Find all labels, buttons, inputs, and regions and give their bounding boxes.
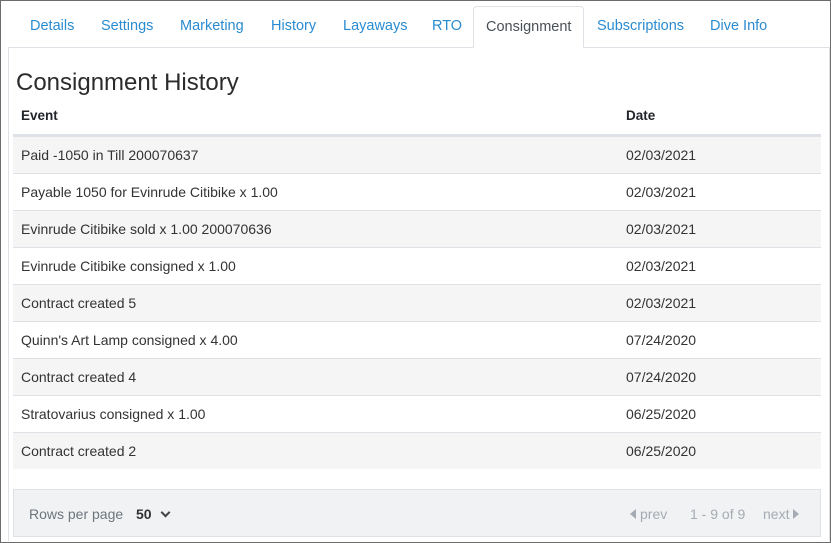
- consignment-history-table: Event Date Paid -1050 in Till 200070637 0…: [13, 97, 821, 469]
- tab-consignment[interactable]: Consignment: [473, 6, 585, 48]
- tab-settings[interactable]: Settings: [101, 6, 153, 48]
- tab-rto[interactable]: RTO: [432, 6, 462, 48]
- table-row: Stratovarius consigned x 1.00 06/25/2020: [13, 395, 821, 432]
- rows-per-page-label: Rows per page: [29, 506, 124, 522]
- event-cell: Paid -1050 in Till 200070637: [21, 147, 199, 163]
- table-row: Quinn's Art Lamp consigned x 4.00 07/24/2…: [13, 321, 821, 358]
- tab-history[interactable]: History: [271, 6, 316, 48]
- rows-per-page-select[interactable]: 50: [130, 500, 175, 528]
- window-frame: Details Settings Marketing History Layaw…: [0, 0, 831, 543]
- event-cell: Contract created 4: [21, 369, 137, 385]
- date-cell: 06/25/2020: [626, 443, 697, 459]
- tab-layaways[interactable]: Layaways: [343, 6, 407, 48]
- table-row: Contract created 5 02/03/2021: [13, 284, 821, 321]
- event-cell: Evinrude Citibike consigned x 1.00: [21, 258, 236, 274]
- event-cell: Quinn's Art Lamp consigned x 4.00: [21, 332, 238, 348]
- table-row: Evinrude Citibike sold x 1.00 200070636 0…: [13, 210, 821, 247]
- chevron-down-icon: [160, 507, 171, 518]
- caret-left-icon: [630, 509, 636, 520]
- date-cell: 07/24/2020: [626, 332, 697, 348]
- date-cell: 02/03/2021: [626, 295, 697, 311]
- date-cell: 02/03/2021: [626, 258, 697, 274]
- table-body: Paid -1050 in Till 200070637 02/03/2021 P…: [13, 136, 821, 469]
- column-header-date[interactable]: Date: [626, 108, 655, 123]
- table-row: Contract created 2 06/25/2020: [13, 432, 821, 469]
- event-cell: Payable 1050 for Evinrude Citibike x 1.0…: [21, 184, 278, 200]
- date-cell: 02/03/2021: [626, 147, 697, 163]
- prev-page-button[interactable]: prev: [630, 506, 667, 522]
- table-row: Evinrude Citibike consigned x 1.00 02/03/…: [13, 247, 821, 284]
- next-page-button[interactable]: next: [763, 506, 800, 522]
- table-row: Contract created 4 07/24/2020: [13, 358, 821, 395]
- tab-bar: Details Settings Marketing History Layaw…: [8, 6, 830, 48]
- date-cell: 02/03/2021: [626, 221, 697, 237]
- next-label: next: [763, 506, 790, 522]
- prev-label: prev: [640, 506, 668, 522]
- event-cell: Evinrude Citibike sold x 1.00 200070636: [21, 221, 272, 237]
- event-cell: Contract created 5: [21, 295, 137, 311]
- date-cell: 06/25/2020: [626, 406, 697, 422]
- table-row: Payable 1050 for Evinrude Citibike x 1.0…: [13, 173, 821, 210]
- column-header-event[interactable]: Event: [21, 108, 58, 123]
- event-cell: Contract created 2: [21, 443, 137, 459]
- pagination-footer: Rows per page 50 prev 1 - 9 of 9 next: [13, 489, 821, 537]
- tab-subscriptions[interactable]: Subscriptions: [597, 6, 684, 48]
- page-range: 1 - 9 of 9: [690, 506, 746, 522]
- table-header: Event Date: [13, 97, 821, 136]
- tab-marketing[interactable]: Marketing: [180, 6, 244, 48]
- date-cell: 07/24/2020: [626, 369, 697, 385]
- tab-dive-info[interactable]: Dive Info: [710, 6, 767, 48]
- page-title: Consignment History: [16, 69, 239, 96]
- rows-per-page-value: 50: [136, 506, 152, 522]
- event-cell: Stratovarius consigned x 1.00: [21, 406, 206, 422]
- caret-right-icon: [793, 509, 800, 520]
- date-cell: 02/03/2021: [626, 184, 697, 200]
- tab-details[interactable]: Details: [30, 6, 74, 48]
- table-row: Paid -1050 in Till 200070637 02/03/2021: [13, 136, 821, 173]
